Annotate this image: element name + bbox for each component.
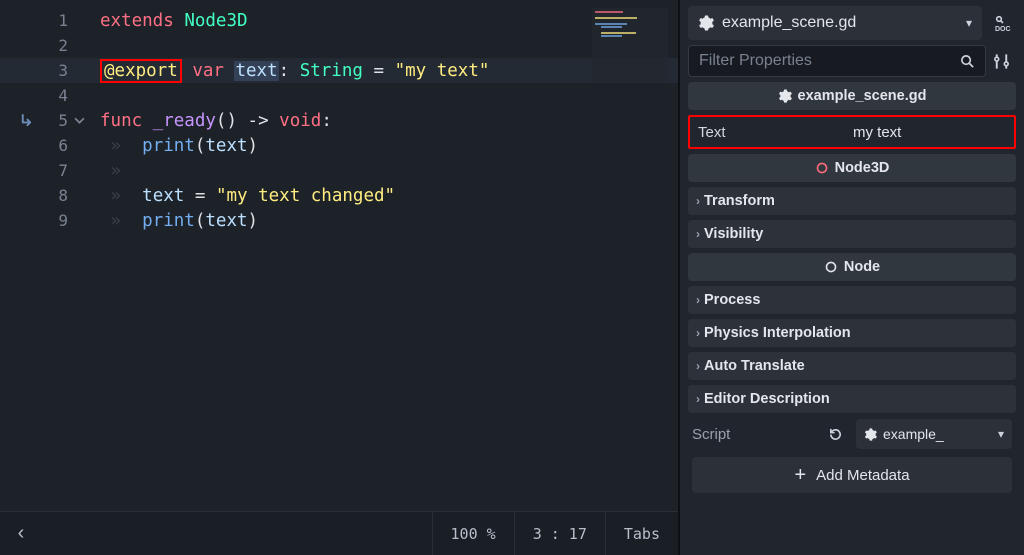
script-editor-pane: 1 extends Node3D 2 3 @export var text: S… [0,0,680,555]
category-auto-translate[interactable]: › Auto Translate [688,352,1016,380]
code-area[interactable]: 1 extends Node3D 2 3 @export var text: S… [0,0,678,511]
docs-button[interactable]: DOC [988,9,1016,37]
code-line-1[interactable]: 1 extends Node3D [0,8,678,33]
code-line-2[interactable]: 2 [0,33,678,58]
code-line-5[interactable]: 5 func _ready() -> void: [0,108,678,133]
node3d-class-header[interactable]: Node3D [688,154,1016,182]
chevron-right-icon: › [696,326,700,340]
script-resource-dropdown[interactable]: example_ ▾ [856,419,1012,449]
code-line-7[interactable]: 7 » [0,158,678,183]
category-transform[interactable]: › Transform [688,187,1016,215]
gear-icon [698,15,714,31]
code-line-8[interactable]: 8 » text = "my text changed" [0,183,678,208]
chevron-right-icon: › [696,227,700,241]
cursor-position[interactable]: 3 : 17 [514,512,605,555]
category-physics-interpolation[interactable]: › Physics Interpolation [688,319,1016,347]
node3d-icon [815,161,829,175]
chevron-down-icon: ▾ [998,427,1004,441]
inspector-tools-button[interactable] [992,52,1016,71]
chevron-right-icon: › [696,392,700,406]
add-metadata-button[interactable]: + Add Metadata [692,457,1012,493]
editor-status-bar: ‹ 100 % 3 : 17 Tabs [0,511,678,555]
property-value-text[interactable]: my text [853,124,1006,141]
plus-icon: + [794,464,806,487]
minimap[interactable] [592,8,668,82]
script-property-label: Script [692,426,822,443]
back-button[interactable]: ‹ [0,522,42,545]
connected-signal-icon[interactable] [0,113,38,128]
filter-properties-input[interactable]: Filter Properties [688,45,986,77]
svg-text:DOC: DOC [995,26,1011,33]
chevron-right-icon: › [696,293,700,307]
category-editor-description[interactable]: › Editor Description [688,385,1016,413]
fold-toggle-icon[interactable] [74,115,94,126]
code-line-6[interactable]: 6 » print(text) [0,133,678,158]
node-class-header[interactable]: Node [688,253,1016,281]
chevron-right-icon: › [696,194,700,208]
chevron-right-icon: › [696,359,700,373]
indent-mode[interactable]: Tabs [605,512,678,555]
property-label-text: Text [698,124,853,141]
reset-property-button[interactable] [828,427,850,442]
category-process[interactable]: › Process [688,286,1016,314]
code-line-3[interactable]: 3 @export var text: String = "my text" [0,58,678,83]
script-class-header[interactable]: example_scene.gd [688,82,1016,110]
chevron-down-icon: ▾ [966,16,972,30]
inspector-pane: example_scene.gd ▾ DOC Filter Properties… [680,0,1024,555]
export-annotation-highlight: @export [100,59,182,83]
search-icon [960,54,975,69]
gear-icon [864,428,877,441]
category-visibility[interactable]: › Visibility [688,220,1016,248]
resource-selector[interactable]: example_scene.gd ▾ [688,6,982,40]
gear-icon [778,89,792,103]
resource-name: example_scene.gd [722,14,856,32]
code-line-9[interactable]: 9 » print(text) [0,208,678,233]
exported-text-property-highlight: Text my text [688,115,1016,149]
node-icon [824,260,838,274]
code-line-4[interactable]: 4 [0,83,678,108]
zoom-level[interactable]: 100 % [432,512,514,555]
